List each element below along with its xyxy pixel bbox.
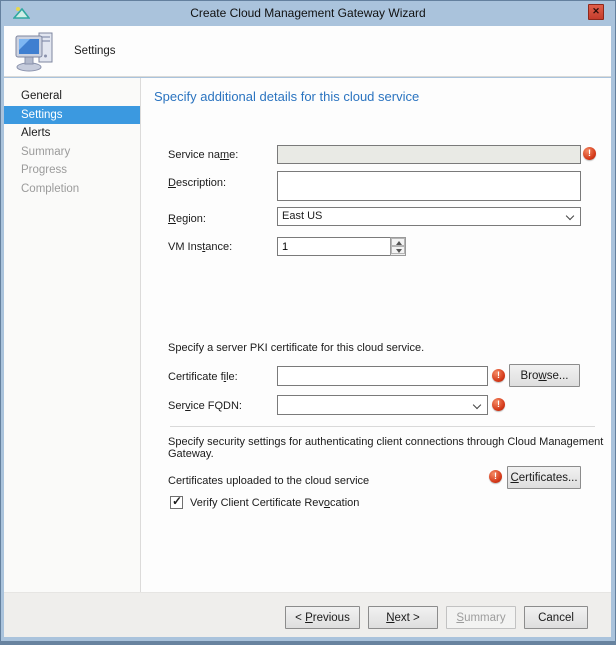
security-section-text: Specify security settings for authentica… (168, 436, 604, 460)
service-fqdn-label: Service FQDN: (168, 400, 242, 412)
vm-instance-label: VM Instance: (168, 241, 233, 253)
window-frame-edge (0, 641, 616, 645)
wizard-steps-sidebar: General Settings Alerts Summary Progress… (4, 78, 141, 592)
chevron-down-icon (565, 211, 575, 221)
service-fqdn-error-icon (492, 398, 505, 411)
previous-button[interactable]: < Previous (285, 606, 360, 629)
sidebar-item-general[interactable]: General (4, 87, 140, 106)
certificates-uploaded-label: Certificates uploaded to the cloud servi… (168, 475, 370, 487)
pki-section-text: Specify a server PKI certificate for thi… (168, 342, 425, 354)
sidebar-item-summary: Summary (21, 145, 71, 158)
certificate-file-input[interactable] (277, 366, 488, 386)
section-divider (170, 426, 595, 427)
sidebar-item-settings[interactable]: Settings (4, 105, 140, 124)
window-title: Create Cloud Management Gateway Wizard (190, 6, 426, 20)
sidebar-item-completion: Completion (21, 182, 80, 195)
service-name-input (277, 145, 581, 164)
spin-up-icon[interactable] (391, 238, 405, 246)
certificates-button[interactable]: Certificates... (507, 466, 581, 489)
computer-icon (14, 30, 58, 77)
wizard-header: Settings (4, 26, 611, 77)
browse-button[interactable]: Browse... (509, 364, 580, 387)
region-label: Region: (168, 213, 206, 225)
description-label: Description: (168, 177, 227, 189)
region-dropdown[interactable]: East US (277, 207, 581, 226)
service-name-error-icon (583, 147, 596, 160)
service-fqdn-combo[interactable] (277, 395, 488, 415)
close-button[interactable]: ✕ (588, 4, 604, 20)
certificate-file-label: Certificate file: (168, 371, 238, 383)
sidebar-item-alerts[interactable]: Alerts (4, 124, 140, 143)
revocation-checkbox[interactable]: ✓ (170, 494, 183, 509)
vm-instance-stepper[interactable] (390, 237, 406, 256)
chevron-down-icon (472, 400, 482, 410)
service-name-label: Service name: (168, 149, 239, 161)
summary-button: Summary (446, 606, 516, 629)
description-input[interactable] (277, 171, 581, 201)
page-heading: Specify additional details for this clou… (154, 89, 420, 104)
vm-instance-input[interactable] (277, 237, 391, 256)
certificate-file-error-icon (492, 369, 505, 382)
titlebar: Create Cloud Management Gateway Wizard ✕ (0, 0, 616, 26)
region-selected-value: East US (282, 210, 323, 222)
spin-down-icon[interactable] (391, 246, 405, 254)
cancel-button[interactable]: Cancel (524, 606, 588, 629)
wizard-window: Create Cloud Management Gateway Wizard ✕… (0, 0, 616, 645)
checkmark-icon: ✓ (172, 494, 183, 508)
revocation-checkbox-label: Verify Client Certificate Revocation (190, 497, 360, 509)
page-title: Settings (74, 45, 116, 57)
next-button[interactable]: Next > (368, 606, 438, 629)
certificates-error-icon (489, 470, 502, 483)
sidebar-item-progress: Progress (21, 164, 68, 176)
